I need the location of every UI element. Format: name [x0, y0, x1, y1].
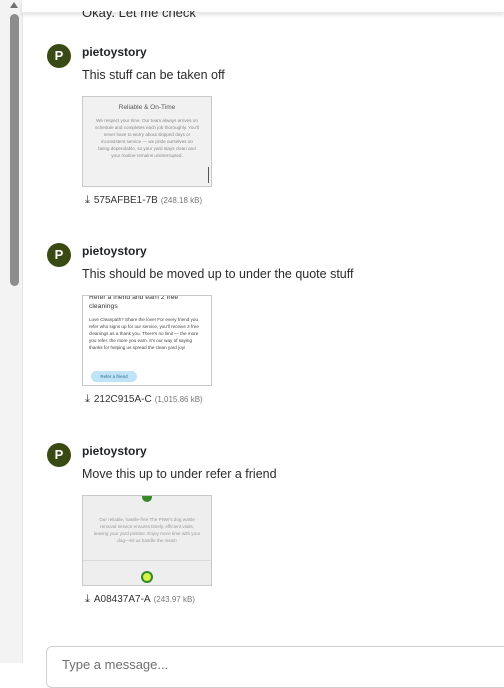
download-icon[interactable]: ⤓	[85, 194, 90, 207]
preview-body: Love Cleanpath? Share the love! For ever…	[89, 317, 199, 350]
message-text: Move this up to under refer a friend	[82, 467, 277, 481]
message-text: This stuff can be taken off	[82, 68, 225, 82]
attachment-preview[interactable]: Reliable & On-Time We respect your time.…	[82, 96, 212, 187]
attachment-filename[interactable]: 212C915A-C	[94, 394, 152, 405]
logo-icon	[141, 571, 153, 583]
attachment-size: (1,015.86 kB)	[154, 395, 203, 404]
message-text: This should be moved up to under the quo…	[82, 267, 354, 281]
attachment-preview[interactable]: Our reliable, hassle-free The PNW's dog …	[82, 495, 212, 586]
scroll-thumb[interactable]	[10, 14, 19, 286]
download-icon[interactable]: ⤓	[85, 393, 90, 406]
preview-heading: Reliable & On-Time	[118, 104, 176, 111]
message-author[interactable]: pietoystory	[82, 444, 147, 458]
attachment-file[interactable]: ⤓ A08437A7-A (243.97 kB)	[85, 593, 195, 606]
message-input[interactable]	[60, 656, 484, 673]
avatar[interactable]: P	[47, 443, 71, 467]
scroll-up-arrow-icon[interactable]	[10, 2, 18, 8]
attachment-filename[interactable]: A08437A7-A	[94, 594, 151, 605]
preview-divider	[83, 560, 211, 561]
attachment-file[interactable]: ⤓ 212C915A-C (1,015.86 kB)	[85, 393, 203, 406]
attachment-filename[interactable]: 575AFBE1-7B	[94, 195, 158, 206]
preview-refer-button: Refer a friend	[91, 371, 137, 382]
message-composer[interactable]	[46, 646, 504, 688]
message-author[interactable]: pietoystory	[82, 45, 147, 59]
message-author[interactable]: pietoystory	[82, 244, 147, 258]
leaf-icon	[142, 496, 152, 502]
attachment-file[interactable]: ⤓ 575AFBE1-7B (248.18 kB)	[85, 194, 202, 207]
avatar[interactable]: P	[47, 44, 71, 68]
preview-scroll-line	[208, 167, 209, 183]
scrollbar[interactable]	[0, 0, 23, 663]
download-icon[interactable]: ⤓	[85, 593, 90, 606]
preview-body: We respect your time. Our team always ar…	[95, 118, 199, 158]
preview-heading: Refer a friend and earn 2 free cleanings	[89, 295, 179, 310]
attachment-size: (243.97 kB)	[153, 595, 195, 604]
attachment-preview[interactable]: Refer a friend and earn 2 free cleanings…	[82, 295, 212, 386]
preview-body: Our reliable, hassle-free The PNW's dog …	[93, 517, 201, 543]
attachment-size: (248.18 kB)	[160, 196, 203, 205]
avatar[interactable]: P	[47, 243, 71, 267]
